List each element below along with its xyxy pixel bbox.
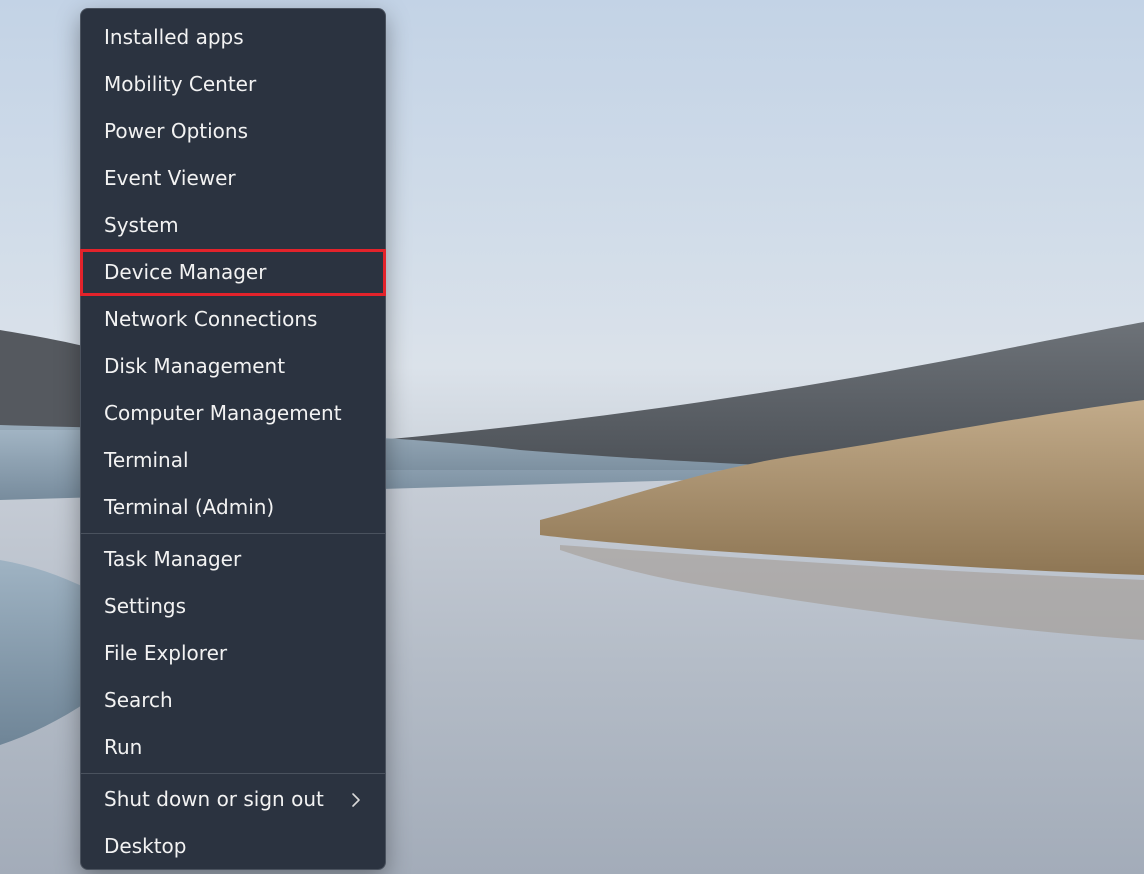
menu-item-terminal-admin[interactable]: Terminal (Admin)	[81, 484, 385, 531]
menu-separator	[81, 773, 385, 774]
quick-link-menu: Installed apps Mobility Center Power Opt…	[80, 8, 386, 870]
menu-item-terminal[interactable]: Terminal	[81, 437, 385, 484]
menu-separator	[81, 533, 385, 534]
menu-item-shut-down-or-sign-out[interactable]: Shut down or sign out	[81, 776, 385, 823]
menu-item-task-manager[interactable]: Task Manager	[81, 536, 385, 583]
menu-item-computer-management[interactable]: Computer Management	[81, 390, 385, 437]
menu-item-event-viewer[interactable]: Event Viewer	[81, 155, 385, 202]
menu-item-network-connections[interactable]: Network Connections	[81, 296, 385, 343]
menu-item-disk-management[interactable]: Disk Management	[81, 343, 385, 390]
menu-item-settings[interactable]: Settings	[81, 583, 385, 630]
menu-item-label: Shut down or sign out	[104, 787, 324, 811]
menu-item-file-explorer[interactable]: File Explorer	[81, 630, 385, 677]
menu-item-mobility-center[interactable]: Mobility Center	[81, 61, 385, 108]
desktop: Installed apps Mobility Center Power Opt…	[0, 0, 1144, 874]
menu-item-system[interactable]: System	[81, 202, 385, 249]
menu-item-desktop[interactable]: Desktop	[81, 823, 385, 870]
menu-item-power-options[interactable]: Power Options	[81, 108, 385, 155]
menu-item-device-manager[interactable]: Device Manager	[80, 249, 386, 296]
menu-item-run[interactable]: Run	[81, 724, 385, 771]
menu-item-search[interactable]: Search	[81, 677, 385, 724]
chevron-right-icon	[351, 776, 361, 823]
menu-item-installed-apps[interactable]: Installed apps	[81, 14, 385, 61]
